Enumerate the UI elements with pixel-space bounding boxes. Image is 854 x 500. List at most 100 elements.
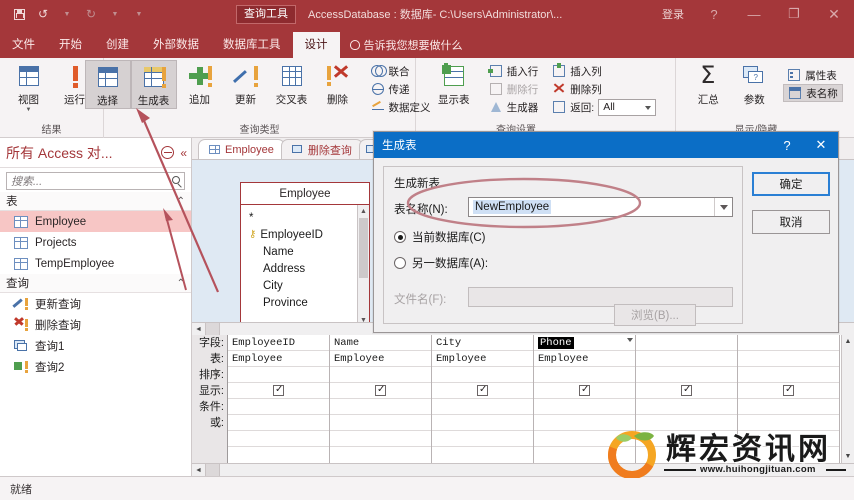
cell-or[interactable] <box>330 415 431 431</box>
doc-tab-delete-query[interactable]: 删除查询 <box>280 139 363 159</box>
nav-pane-header[interactable]: 所有 Access 对... « <box>0 138 191 168</box>
nav-group-header-queries[interactable]: 查询 ⌃ <box>0 274 191 293</box>
radio-current-database[interactable]: 当前数据库(C) <box>394 229 485 245</box>
cell-criteria[interactable] <box>228 399 329 415</box>
cell-blank[interactable] <box>228 447 329 463</box>
chevron-down-icon[interactable]: ▼ <box>26 107 32 113</box>
cell-criteria[interactable] <box>738 399 839 415</box>
help-button[interactable]: ? <box>694 0 734 28</box>
close-button[interactable]: ✕ <box>814 0 854 28</box>
ribbon-button-table-names[interactable]: 表名称 <box>783 84 843 102</box>
cell-table[interactable]: Employee <box>330 351 431 367</box>
nav-pane-menu-icon[interactable] <box>161 146 175 159</box>
cancel-button[interactable]: 取消 <box>752 210 830 234</box>
ribbon-button-builder[interactable]: 生成器 <box>485 98 543 116</box>
cell-table[interactable]: Employee <box>534 351 635 367</box>
radio-button-icon[interactable] <box>394 231 406 243</box>
cell-show[interactable] <box>228 383 329 399</box>
chevron-down-icon[interactable] <box>627 338 633 342</box>
radio-other-database[interactable]: 另一数据库(A): <box>394 255 488 271</box>
chevron-down-icon[interactable] <box>714 198 732 216</box>
cell-show[interactable] <box>534 383 635 399</box>
tell-me-box[interactable]: 告诉我您想要做什么 <box>349 32 463 58</box>
ribbon-button-totals[interactable]: Σ 汇总 <box>685 60 731 107</box>
cell-show[interactable] <box>432 383 533 399</box>
cell-show[interactable] <box>330 383 431 399</box>
sign-in-button[interactable]: 登录 <box>652 6 694 22</box>
redo-dropdown[interactable]: ▼ <box>104 3 126 25</box>
sidebar-item-query1[interactable]: 查询1 <box>0 335 191 356</box>
cell-sort[interactable] <box>432 367 533 383</box>
field-item[interactable]: City <box>249 277 369 294</box>
restore-button[interactable]: ❐ <box>774 0 814 28</box>
show-checkbox[interactable] <box>273 384 284 396</box>
doc-tab-employee[interactable]: Employee <box>198 139 285 159</box>
make-table-dialog[interactable]: 生成表 ? ✕ 生成新表 表名称(N): NewEmployee 当前数据库(C… <box>373 131 839 333</box>
ribbon-button-show-table[interactable]: 显示表 <box>431 60 477 107</box>
ribbon-button-insert-row[interactable]: 插入行 <box>485 62 543 80</box>
field-item[interactable]: * <box>249 209 369 226</box>
cell-criteria[interactable] <box>432 399 533 415</box>
sidebar-item-update-query[interactable]: 更新查询 <box>0 293 191 314</box>
cell-criteria[interactable] <box>636 399 737 415</box>
query-table-box-employee[interactable]: Employee * ⚷ EmployeeID Name Address City… <box>240 182 370 327</box>
ribbon-button-insert-column[interactable]: 插入列 <box>548 62 660 80</box>
cell-sort[interactable] <box>738 367 839 383</box>
dialog-close-button[interactable]: ✕ <box>804 132 838 158</box>
cell-field[interactable] <box>738 335 839 351</box>
field-item[interactable]: Name <box>249 243 369 260</box>
scrollbar-thumb[interactable] <box>359 218 368 278</box>
tab-file[interactable]: 文件 <box>0 32 47 58</box>
chevron-up-icon[interactable]: ⌃ <box>177 278 185 289</box>
show-checkbox[interactable] <box>681 384 692 396</box>
ribbon-button-parameters[interactable]: ? 参数 <box>731 60 777 107</box>
grid-column[interactable]: Name Employee <box>330 335 432 463</box>
cell-field[interactable]: Name <box>330 335 431 351</box>
collapse-nav-pane-icon[interactable]: « <box>180 146 187 160</box>
table-name-combobox[interactable]: NewEmployee <box>468 197 733 217</box>
cell-sort[interactable] <box>636 367 737 383</box>
undo-dropdown[interactable]: ▼ <box>56 3 78 25</box>
cell-field[interactable] <box>636 335 737 351</box>
sidebar-item-delete-query[interactable]: 删除查询 <box>0 314 191 335</box>
cell-show[interactable] <box>738 383 839 399</box>
ribbon-button-select-query[interactable]: 选择 <box>84 60 131 109</box>
dialog-help-button[interactable]: ? <box>770 132 804 158</box>
cell-table[interactable] <box>738 351 839 367</box>
field-item[interactable]: Province <box>249 294 369 311</box>
cell-criteria[interactable] <box>534 399 635 415</box>
tab-design[interactable]: 设计 <box>292 32 340 58</box>
grid-column[interactable]: EmployeeID Employee <box>228 335 330 463</box>
tab-database-tools[interactable]: 数据库工具 <box>211 32 293 58</box>
ok-button[interactable]: 确定 <box>752 172 830 196</box>
ribbon-button-property-sheet[interactable]: 属性表 <box>783 66 843 84</box>
minimize-button[interactable]: — <box>734 0 774 28</box>
sidebar-item-query2[interactable]: 查询2 <box>0 356 191 377</box>
undo-button[interactable]: ↺ <box>32 3 54 25</box>
cell-field[interactable]: City <box>432 335 533 351</box>
tab-external-data[interactable]: 外部数据 <box>141 32 211 58</box>
cell-table[interactable]: Employee <box>432 351 533 367</box>
radio-button-icon[interactable] <box>394 257 406 269</box>
table-box-scrollbar[interactable]: ▲ ▼ <box>357 205 369 326</box>
cell-field[interactable]: EmployeeID <box>228 335 329 351</box>
cell-table[interactable] <box>636 351 737 367</box>
show-checkbox[interactable] <box>783 384 794 396</box>
customize-qat-button[interactable]: ▼ <box>128 3 150 25</box>
ribbon-button-crosstab-query[interactable]: 交叉表 <box>269 60 315 107</box>
scroll-up-icon[interactable]: ▲ <box>842 335 854 348</box>
show-checkbox[interactable] <box>579 384 590 396</box>
sidebar-item-employee[interactable]: Employee <box>0 211 191 232</box>
field-item[interactable]: Address <box>249 260 369 277</box>
ribbon-button-delete-column[interactable]: 删除列 <box>548 80 660 98</box>
save-button[interactable] <box>8 3 30 25</box>
cell-blank[interactable] <box>228 431 329 447</box>
ribbon-button-append-query[interactable]: 追加 <box>177 60 223 107</box>
tab-home[interactable]: 开始 <box>47 32 94 58</box>
search-input[interactable]: 搜索... <box>6 172 185 190</box>
cell-sort[interactable] <box>330 367 431 383</box>
grid-column[interactable]: City Employee <box>432 335 534 463</box>
return-select[interactable]: All <box>598 98 657 116</box>
cell-table[interactable]: Employee <box>228 351 329 367</box>
cell-sort[interactable] <box>534 367 635 383</box>
